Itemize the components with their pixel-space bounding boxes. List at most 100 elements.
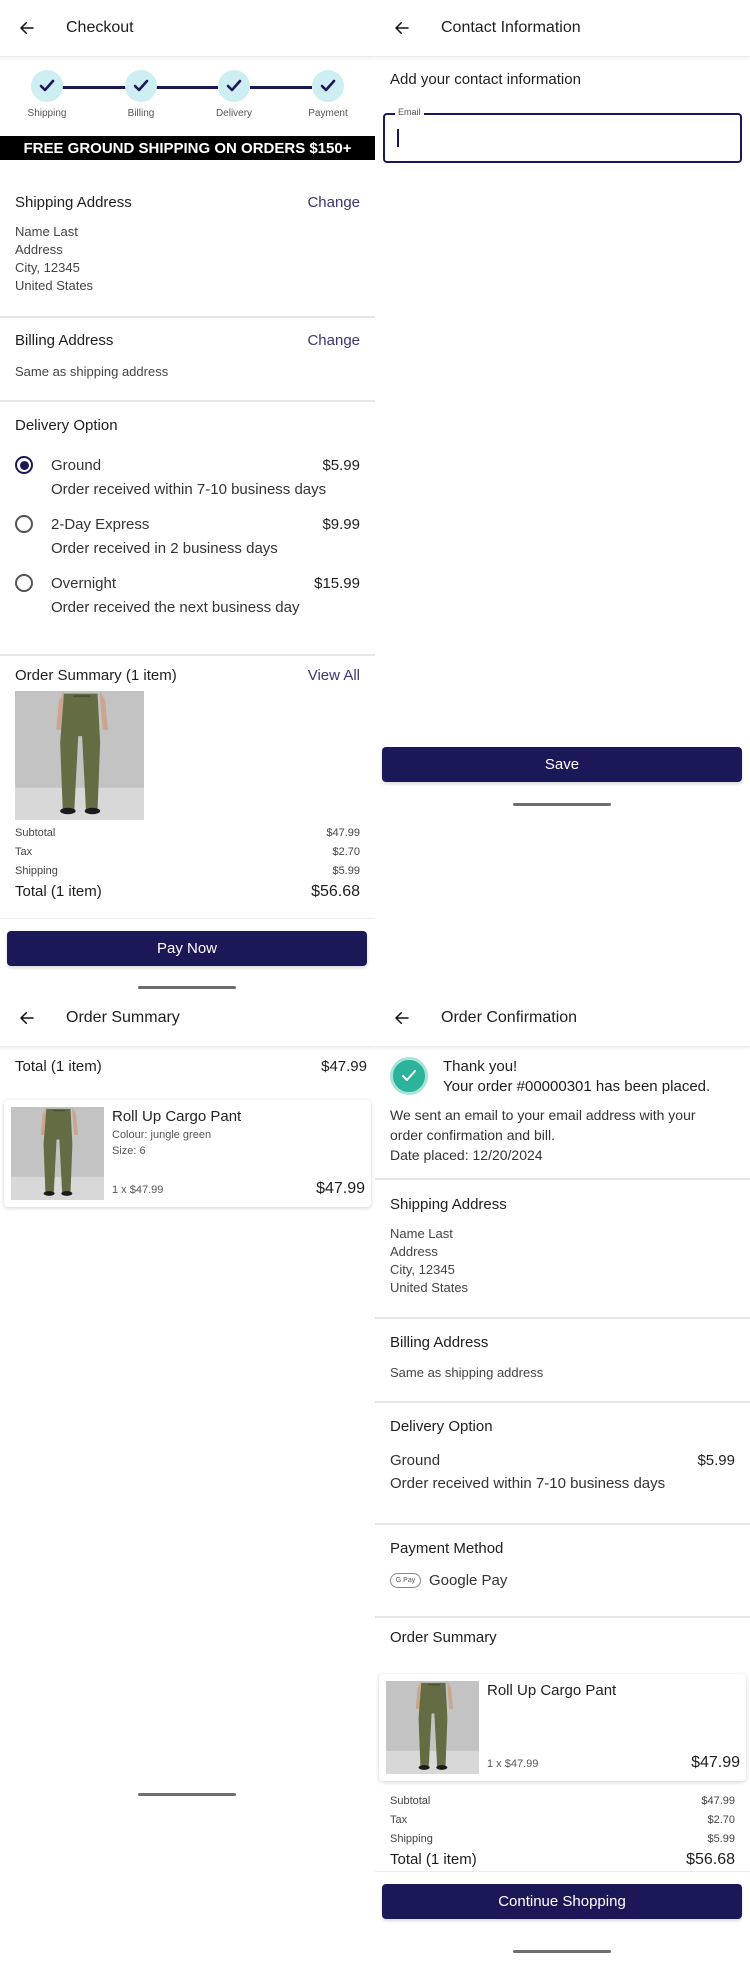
step-complete-indicator <box>312 70 344 102</box>
page-title: Order Confirmation <box>441 1009 578 1026</box>
product-quantity: 1 x $47.99 <box>487 1758 539 1770</box>
check-icon <box>226 79 242 93</box>
thank-you-text: Thank you! <box>443 1058 518 1075</box>
email-input[interactable] <box>385 115 740 161</box>
delivery-option-overnight[interactable]: Overnight $15.99 Order received the next… <box>15 571 360 616</box>
step-billing[interactable]: Billing <box>101 70 181 119</box>
product-thumbnail[interactable] <box>15 691 144 820</box>
confirmation-message-section: Thank you! Your order #00000301 has been… <box>375 1047 750 1180</box>
step-label: Billing <box>127 108 155 119</box>
step-label: Delivery <box>215 108 253 119</box>
delivery-description: Order received within 7-10 business days <box>390 1475 666 1492</box>
back-button[interactable] <box>375 990 429 1047</box>
arrow-left-icon <box>393 1009 411 1027</box>
section-title: Billing Address <box>390 1334 489 1351</box>
billing-text: Same as shipping address <box>390 1365 544 1380</box>
section-title: Order Summary (1 item) <box>15 667 177 684</box>
back-button[interactable] <box>375 0 429 57</box>
divider <box>375 1871 750 1872</box>
total-row: Total (1 item) $56.68 <box>15 883 360 900</box>
option-description: Order received in 2 business days <box>51 540 278 557</box>
email-field[interactable]: Email <box>383 107 742 163</box>
option-description: Order received the next business day <box>51 599 300 616</box>
app-bar: Contact Information <box>375 0 750 57</box>
page-title: Contact Information <box>441 19 581 36</box>
billing-address-section: Billing Address Change Same as shipping … <box>0 318 375 402</box>
shipping-row: Shipping $5.99 <box>15 865 360 877</box>
total-row: Total (1 item) $56.68 <box>390 1851 735 1868</box>
delivery-option-ground[interactable]: Ground $5.99 Order received within 7-10 … <box>15 453 360 498</box>
address-line: Address <box>15 242 63 257</box>
option-description: Order received within 7-10 business days <box>51 481 327 498</box>
product-name: Roll Up Cargo Pant <box>487 1682 617 1699</box>
shipping-row: Shipping $5.99 <box>390 1833 735 1845</box>
tax-row: Tax $2.70 <box>390 1814 735 1826</box>
back-button[interactable] <box>0 0 54 57</box>
step-complete-indicator <box>125 70 157 102</box>
check-icon <box>133 79 149 93</box>
contact-heading: Add your contact information <box>390 71 581 88</box>
home-indicator[interactable] <box>513 1950 611 1953</box>
back-button[interactable] <box>0 990 54 1047</box>
check-icon <box>39 79 55 93</box>
home-indicator[interactable] <box>138 1793 236 1796</box>
contact-information-screen: Contact Information Add your contact inf… <box>375 0 750 990</box>
subtotal-row: Subtotal $47.99 <box>390 1795 735 1807</box>
delivery-option-express[interactable]: 2-Day Express $9.99 Order received in 2 … <box>15 512 360 557</box>
step-delivery[interactable]: Delivery <box>194 70 274 119</box>
option-price: $5.99 <box>322 456 360 474</box>
address-line: Address <box>390 1244 438 1259</box>
order-summary-section: Order Summary (1 item) View All Subtotal… <box>0 656 375 903</box>
delivery-price: $5.99 <box>697 1452 735 1469</box>
totals: Subtotal $47.99 Tax $2.70 Shipping $5.99 To… <box>15 824 360 903</box>
product-quantity: 1 x $47.99 <box>112 1184 164 1196</box>
address-line: Name Last <box>390 1226 453 1241</box>
order-summary-screen: Order Summary Total (1 item) $47.99 Roll… <box>0 990 375 1963</box>
order-summary-section: Order Summary <box>375 1618 750 1646</box>
totals: Subtotal $47.99 Tax $2.70 Shipping $5.99 To… <box>390 1792 735 1871</box>
save-button[interactable]: Save <box>382 747 742 782</box>
address-block: Name Last Address City, 12345 United Sta… <box>15 223 360 295</box>
product-card[interactable]: Roll Up Cargo Pant 1 x $47.99 $47.99 <box>379 1674 746 1781</box>
arrow-left-icon <box>393 19 411 37</box>
home-indicator[interactable] <box>513 803 611 806</box>
divider <box>0 918 375 919</box>
section-title: Shipping Address <box>390 1196 507 1213</box>
order-confirmation-screen: Order Confirmation Thank you! Your order… <box>375 990 750 1963</box>
product-price: $47.99 <box>691 1754 740 1771</box>
total-row: Total (1 item) $47.99 <box>15 1058 367 1075</box>
billing-address-section: Billing Address Same as shipping address <box>375 1319 750 1403</box>
product-thumbnail <box>11 1107 104 1200</box>
address-line: United States <box>390 1280 469 1295</box>
radio-unselected[interactable] <box>15 515 33 533</box>
step-label: Shipping <box>27 108 67 119</box>
pay-now-button[interactable]: Pay Now <box>7 931 367 966</box>
page-title: Checkout <box>66 19 134 36</box>
arrow-left-icon <box>18 19 36 37</box>
product-thumbnail <box>386 1681 479 1774</box>
total-label: Total (1 item) <box>15 1058 102 1075</box>
tax-row: Tax $2.70 <box>15 846 360 858</box>
product-colour: Colour: jungle green <box>112 1129 212 1141</box>
product-card[interactable]: Roll Up Cargo Pant Colour: jungle green … <box>4 1100 371 1207</box>
change-shipping-link[interactable]: Change <box>307 194 360 211</box>
delivery-option-section: Delivery Option Ground $5.99 Order recei… <box>375 1403 750 1525</box>
change-billing-link[interactable]: Change <box>307 332 360 349</box>
page-title: Order Summary <box>66 1009 180 1026</box>
product-name: Roll Up Cargo Pant <box>112 1108 242 1125</box>
continue-shopping-button[interactable]: Continue Shopping <box>382 1884 742 1919</box>
radio-selected[interactable] <box>15 456 33 474</box>
step-payment[interactable]: Payment <box>288 70 368 119</box>
delivery-option-section: Delivery Option Ground $5.99 Order recei… <box>0 402 375 656</box>
step-shipping[interactable]: Shipping <box>7 70 87 119</box>
radio-unselected[interactable] <box>15 574 33 592</box>
home-indicator[interactable] <box>138 986 236 989</box>
option-price: $9.99 <box>322 515 360 533</box>
section-title: Delivery Option <box>390 1418 493 1435</box>
google-pay-icon: G Pay <box>390 1573 421 1588</box>
section-title: Payment Method <box>390 1540 504 1557</box>
payment-method-name: Google Pay <box>429 1572 508 1589</box>
app-bar: Order Confirmation <box>375 990 750 1047</box>
option-label: 2-Day Express <box>51 515 150 533</box>
view-all-link[interactable]: View All <box>308 667 360 684</box>
